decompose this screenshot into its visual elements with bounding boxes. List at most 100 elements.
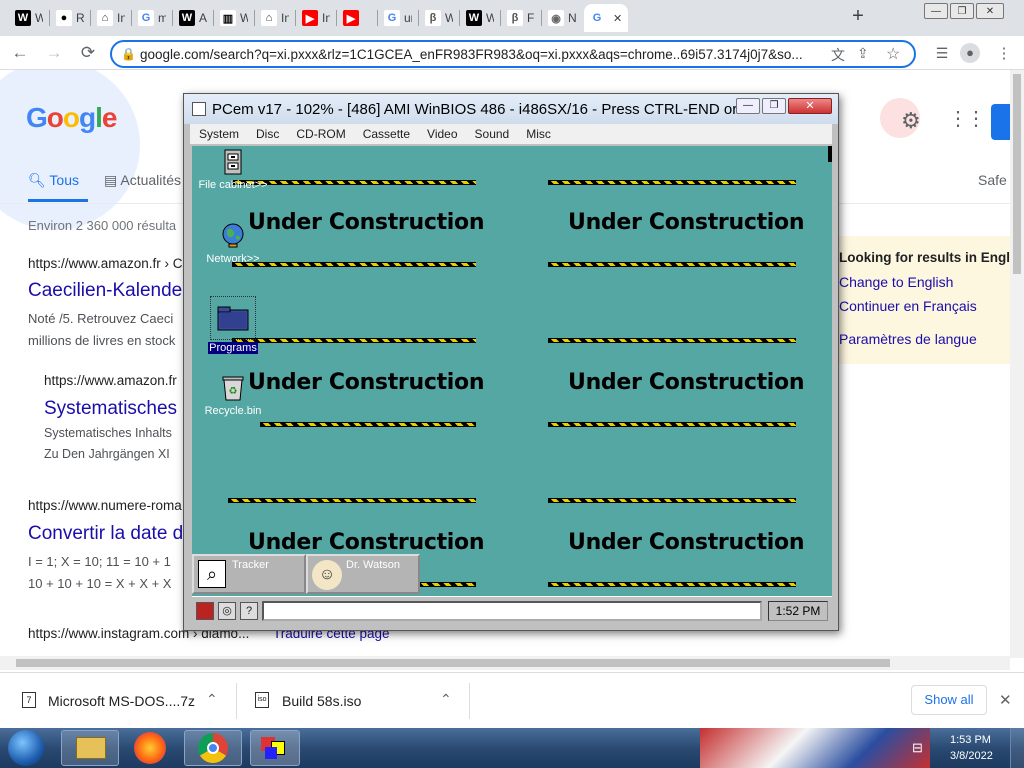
horizontal-scrollbar[interactable] — [0, 656, 1010, 670]
browser-tab[interactable]: W Wi — [10, 4, 43, 32]
lock-icon: 🔒 — [121, 47, 136, 61]
hazard-stripe — [232, 180, 476, 185]
active-tab-underline — [28, 199, 88, 202]
chevron-up-icon[interactable]: ⌃ — [206, 691, 218, 708]
menu-cdrom[interactable]: CD-ROM — [287, 127, 353, 141]
menu-icon[interactable]: ⋮ — [992, 41, 1016, 65]
taskbar-time[interactable]: 1:53 PM — [950, 734, 991, 746]
menu-sound[interactable]: Sound — [466, 127, 518, 141]
download-item-name[interactable]: Microsoft MS-DOS....7z — [48, 693, 195, 709]
help-icon[interactable]: ? — [240, 602, 258, 620]
chrome-icon — [198, 733, 228, 763]
browser-tab[interactable]: ▶ Ins — [297, 4, 330, 32]
desktop-icon-recycle-bin[interactable]: ♻ Recycle.bin — [198, 374, 268, 417]
show-all-button[interactable]: Show all — [911, 685, 987, 715]
taskbar-explorer[interactable] — [61, 730, 119, 766]
taskbar-pcem[interactable] — [250, 730, 300, 766]
reload-button[interactable]: ⟳ — [76, 41, 100, 65]
start-books-icon[interactable] — [196, 602, 214, 620]
firefox-icon[interactable] — [134, 732, 166, 764]
under-construction-banner: Under Construction — [568, 210, 805, 235]
browser-tab[interactable]: ● Rel — [51, 4, 84, 32]
browser-tab[interactable]: Gun — [379, 4, 412, 32]
result-url[interactable]: https://www.numere-roma — [28, 498, 182, 513]
eye-icon[interactable]: ◎ — [218, 602, 236, 620]
desktop-icon-network[interactable]: Network>> — [198, 222, 268, 265]
pcem-menu-bar: System Disc CD-ROM Cassette Video Sound … — [190, 124, 832, 144]
archive-icon: ⌂ — [261, 10, 277, 26]
new-tab-button[interactable]: + — [848, 6, 868, 26]
restore-button[interactable]: ❐ — [950, 3, 974, 19]
pcem-minimize-button[interactable]: — — [736, 98, 760, 114]
taskbar-chrome[interactable] — [184, 730, 242, 766]
pcem-window[interactable]: PCem v17 - 102% - [486] AMI WinBIOS 486 … — [183, 93, 839, 631]
task-dr-watson[interactable]: ☺ Dr. Watson — [306, 554, 420, 594]
hazard-stripe — [232, 262, 476, 267]
desktop-icon-file-cabinet[interactable]: File cabinet>> — [198, 148, 268, 191]
result-title[interactable]: Caecilien-Kalende — [28, 280, 182, 302]
pcem-maximize-button[interactable]: ❐ — [762, 98, 786, 114]
result-url[interactable]: https://www.amazon.fr › C — [28, 256, 183, 271]
address-text[interactable]: google.com/search?q=xi.pxxx&rlz=1C1GCEA_… — [140, 47, 803, 62]
forward-button[interactable]: → — [42, 41, 66, 65]
vertical-scrollbar[interactable] — [1010, 70, 1024, 658]
browser-tab[interactable]: G ✕ — [584, 4, 628, 32]
tab-news[interactable]: ▤ Actualités — [104, 172, 181, 189]
menu-cassette[interactable]: Cassette — [354, 127, 418, 141]
chevron-up-icon[interactable]: ⌃ — [440, 691, 452, 708]
browser-tab[interactable]: W Wi — [461, 4, 494, 32]
settings-gear-icon[interactable]: ⚙ — [901, 108, 921, 134]
file-cabinet-icon — [219, 148, 247, 176]
language-settings-link[interactable]: Paramètres de langue — [839, 331, 977, 347]
browser-tab[interactable]: β File — [502, 4, 535, 32]
pcem-close-button[interactable]: ✕ — [788, 98, 832, 114]
close-tab-icon[interactable]: ✕ — [613, 12, 622, 25]
browser-tab[interactable]: ◉ Ne — [543, 4, 576, 32]
browser-tab[interactable]: β Wi — [420, 4, 453, 32]
menu-misc[interactable]: Misc — [517, 127, 559, 141]
safe-search-label[interactable]: Safe — [978, 172, 1007, 188]
browser-tab[interactable]: ⌂ Inc — [92, 4, 125, 32]
youtube-icon: ▶ — [343, 10, 359, 26]
profile-icon[interactable]: ● — [958, 41, 982, 65]
minimize-button[interactable]: — — [924, 3, 948, 19]
desktop-icon-programs[interactable]: Programs — [198, 296, 268, 354]
folder-icon — [210, 296, 256, 340]
tab-all[interactable]: 🔍︎ Tous — [28, 172, 79, 189]
result-title[interactable]: Systematisches — [44, 398, 177, 420]
change-to-english-link[interactable]: Change to English — [839, 274, 953, 290]
browser-tab[interactable]: W Au — [174, 4, 207, 32]
emulated-taskbar: ◎ ? 1:52 PM — [192, 596, 832, 624]
menu-disc[interactable]: Disc — [247, 127, 287, 141]
taskbar-date[interactable]: 3/8/2022 — [950, 750, 993, 762]
close-downloads-button[interactable]: ✕ — [999, 691, 1012, 709]
google-logo[interactable]: Google — [26, 102, 117, 134]
translate-icon[interactable]: 文 — [827, 45, 849, 65]
result-url[interactable]: https://www.amazon.fr — [44, 373, 177, 388]
browser-tab[interactable]: ⌂ Ins — [256, 4, 289, 32]
browser-tab[interactable]: Gms — [133, 4, 166, 32]
back-button[interactable]: ← — [8, 41, 32, 65]
browser-tab[interactable]: ▥ Wi — [215, 4, 248, 32]
scrollbar-thumb[interactable] — [16, 659, 890, 667]
scrollbar-thumb[interactable] — [1013, 74, 1021, 274]
start-button[interactable] — [8, 730, 44, 766]
doodle-background — [0, 70, 140, 230]
share-icon[interactable]: ⇪ — [857, 45, 869, 62]
browser-tab[interactable]: ▶ — [338, 4, 371, 32]
network-icon[interactable]: ⊟ — [912, 740, 923, 756]
download-item-name[interactable]: Build 58s.iso — [282, 693, 361, 709]
show-desktop-button[interactable] — [1010, 728, 1024, 768]
menu-video[interactable]: Video — [418, 127, 465, 141]
G-icon: G — [138, 10, 154, 26]
result-title[interactable]: Convertir la date d — [28, 523, 183, 545]
emulated-desktop[interactable]: Under Construction Under Construction Un… — [192, 146, 832, 596]
close-window-button[interactable]: ✕ — [976, 3, 1004, 19]
bookmark-star-icon[interactable]: ☆ — [886, 44, 900, 64]
reading-list-icon[interactable]: ☰ — [930, 41, 954, 65]
menu-system[interactable]: System — [190, 127, 247, 141]
task-tracker[interactable]: ⌕ Tracker — [192, 554, 306, 594]
command-field[interactable] — [262, 601, 762, 621]
address-bar[interactable]: 🔒 google.com/search?q=xi.pxxx&rlz=1C1GCE… — [110, 40, 916, 68]
continue-french-link[interactable]: Continuer en Français — [839, 298, 977, 314]
